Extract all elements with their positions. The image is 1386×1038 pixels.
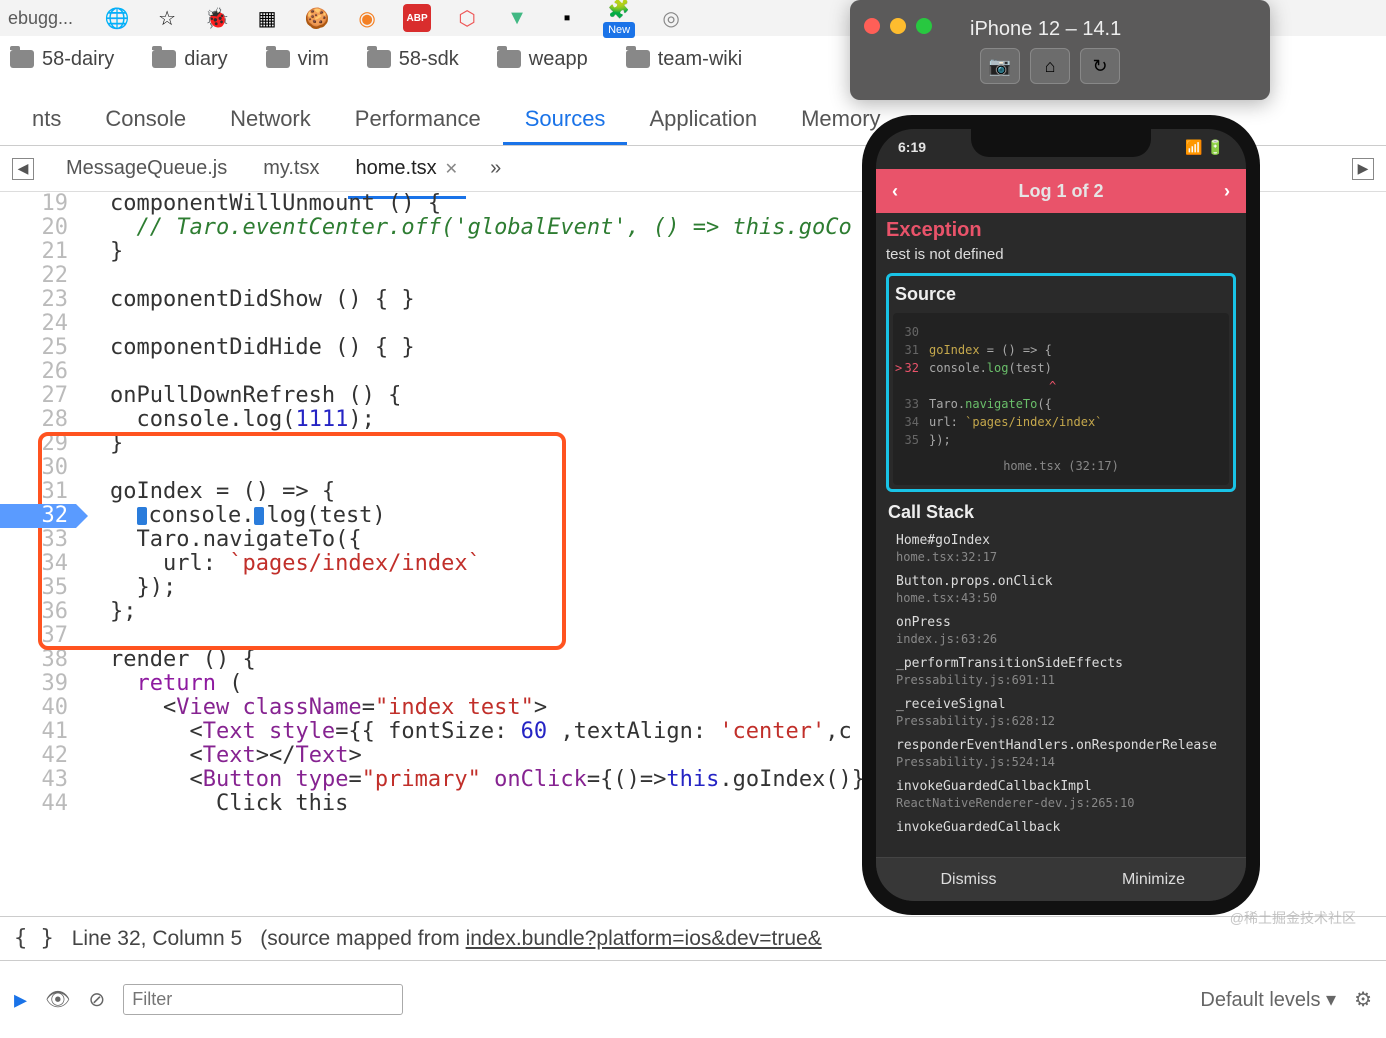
tab-performance[interactable]: Performance xyxy=(333,96,503,145)
eye-icon[interactable]: 👁 xyxy=(45,987,70,1012)
source-file-ref: home.tsx (32:17) xyxy=(899,457,1223,475)
folder-icon xyxy=(266,50,290,68)
error-nav-bar: ‹ Log 1 of 2 › xyxy=(876,169,1246,213)
minimize-icon[interactable] xyxy=(890,18,906,34)
dismiss-button[interactable]: Dismiss xyxy=(876,858,1061,901)
close-icon[interactable] xyxy=(864,18,880,34)
close-icon[interactable]: ✕ xyxy=(445,161,458,178)
home-icon[interactable]: ⌂ xyxy=(1030,48,1070,84)
console-drawer: ▸ 👁 ⊘ Default levels ⚙ xyxy=(0,960,1386,1038)
notch xyxy=(971,129,1151,157)
time-label: 6:19 xyxy=(898,139,926,159)
new-ext-icon[interactable]: 🧩New xyxy=(603,0,635,38)
folder-icon xyxy=(10,50,34,68)
active-browser-tab[interactable]: ebugg... xyxy=(8,8,73,29)
braces-icon[interactable]: { } xyxy=(14,926,54,951)
cursor-position: Line 32, Column 5 xyxy=(72,927,242,951)
file-tab-active[interactable]: home.tsx✕ xyxy=(352,149,463,188)
vue-icon[interactable]: ▼ xyxy=(503,4,531,32)
screenshot-icon[interactable]: 📷 xyxy=(980,48,1020,84)
status-icons: 📶 🔋 xyxy=(1185,139,1224,159)
folder-icon xyxy=(152,50,176,68)
device-frame: 6:19 📶 🔋 ‹ Log 1 of 2 › Exception test i… xyxy=(862,115,1260,915)
bookmark-folder[interactable]: diary xyxy=(152,48,227,71)
file-tab[interactable]: MessageQueue.js xyxy=(62,149,231,188)
tab-application[interactable]: Application xyxy=(627,96,779,145)
bookmark-folder[interactable]: weapp xyxy=(497,48,588,71)
minimize-button[interactable]: Minimize xyxy=(1061,858,1246,901)
ext-icon[interactable]: ◉ xyxy=(353,4,381,32)
tab-sources[interactable]: Sources xyxy=(503,96,628,145)
folder-icon xyxy=(497,50,521,68)
chevron-right-icon[interactable]: › xyxy=(1224,181,1230,202)
source-snippet: 30 31goIndex = () => { 32 console.log(te… xyxy=(893,313,1229,485)
nav-title: Log 1 of 2 xyxy=(1019,181,1104,202)
bookmark-folder[interactable]: team-wiki xyxy=(626,48,742,71)
profile-icon[interactable]: ◎ xyxy=(657,4,685,32)
watermark-text: @稀土掘金技术社区 xyxy=(1230,908,1356,928)
folder-icon xyxy=(367,50,391,68)
bug-icon[interactable]: 🐞 xyxy=(203,4,231,32)
device-screen[interactable]: 6:19 📶 🔋 ‹ Log 1 of 2 › Exception test i… xyxy=(876,129,1246,901)
translate-icon[interactable]: 🌐 xyxy=(103,4,131,32)
callstack-item[interactable]: invokeGuardedCallback xyxy=(886,816,1236,841)
bookmark-folder[interactable]: vim xyxy=(266,48,329,71)
callstack-item[interactable]: Home#goIndexhome.tsx:32:17 xyxy=(886,529,1236,570)
nav-right-icon[interactable]: ▶ xyxy=(1352,158,1374,180)
gear-icon[interactable]: ⚙ xyxy=(1354,987,1372,1012)
nav-left-icon[interactable]: ◀ xyxy=(12,158,34,180)
callstack-item[interactable]: _receiveSignalPressability.js:628:12 xyxy=(886,693,1236,734)
bookmark-folder[interactable]: 58-sdk xyxy=(367,48,459,71)
bookmark-folder[interactable]: 58-dairy xyxy=(10,48,114,71)
log-levels-select[interactable]: Default levels xyxy=(1200,987,1336,1012)
callstack-item[interactable]: onPressindex.js:63:26 xyxy=(886,611,1236,652)
source-map-link[interactable]: index.bundle?platform=ios&dev=true& xyxy=(466,927,822,950)
editor-statusbar: { } Line 32, Column 5 (source mapped fro… xyxy=(0,916,1386,960)
rotate-icon[interactable]: ↻ xyxy=(1080,48,1120,84)
tab-elements[interactable]: nts xyxy=(10,96,83,145)
cookie-icon[interactable]: 🍪 xyxy=(303,4,331,32)
clear-icon[interactable]: ⊘ xyxy=(88,987,105,1012)
ext3-icon[interactable]: ▪ xyxy=(553,4,581,32)
source-highlight-box: Source 30 31goIndex = () => { 32 console… xyxy=(886,273,1236,492)
breakpoint-icon[interactable] xyxy=(137,507,147,525)
source-title: Source xyxy=(893,280,1229,313)
ext2-icon[interactable]: ⬡ xyxy=(453,4,481,32)
error-footer: Dismiss Minimize xyxy=(876,857,1246,901)
breakpoint-icon[interactable] xyxy=(254,507,264,525)
simulator-title: iPhone 12 – 14.1 xyxy=(970,18,1121,41)
filter-input[interactable] xyxy=(123,984,403,1015)
more-tabs-icon[interactable]: » xyxy=(490,157,501,180)
folder-icon xyxy=(626,50,650,68)
tab-network[interactable]: Network xyxy=(208,96,333,145)
callstack-list: Home#goIndexhome.tsx:32:17Button.props.o… xyxy=(886,529,1236,841)
qr-icon[interactable]: ▦ xyxy=(253,4,281,32)
star-icon[interactable]: ☆ xyxy=(153,4,181,32)
callstack-item[interactable]: responderEventHandlers.onResponderReleas… xyxy=(886,734,1236,775)
adblock-icon[interactable]: ABP xyxy=(403,4,431,32)
extension-icons: 🌐 ☆ 🐞 ▦ 🍪 ◉ ABP ⬡ ▼ ▪ 🧩New ◎ xyxy=(103,0,685,38)
exception-message: test is not defined xyxy=(886,246,1236,263)
file-tab[interactable]: my.tsx xyxy=(259,149,323,188)
exception-title: Exception xyxy=(886,219,1236,242)
callstack-item[interactable]: invokeGuardedCallbackImplReactNativeRend… xyxy=(886,775,1236,816)
callstack-title: Call Stack xyxy=(888,502,1236,523)
tab-console[interactable]: Console xyxy=(83,96,208,145)
callstack-item[interactable]: _performTransitionSideEffectsPressabilit… xyxy=(886,652,1236,693)
chevron-right-icon[interactable]: ▸ xyxy=(14,984,27,1015)
callstack-item[interactable]: Button.props.onClickhome.tsx:43:50 xyxy=(886,570,1236,611)
zoom-icon[interactable] xyxy=(916,18,932,34)
chevron-left-icon[interactable]: ‹ xyxy=(892,181,898,202)
simulator-window[interactable]: iPhone 12 – 14.1 📷 ⌂ ↻ xyxy=(850,0,1270,100)
